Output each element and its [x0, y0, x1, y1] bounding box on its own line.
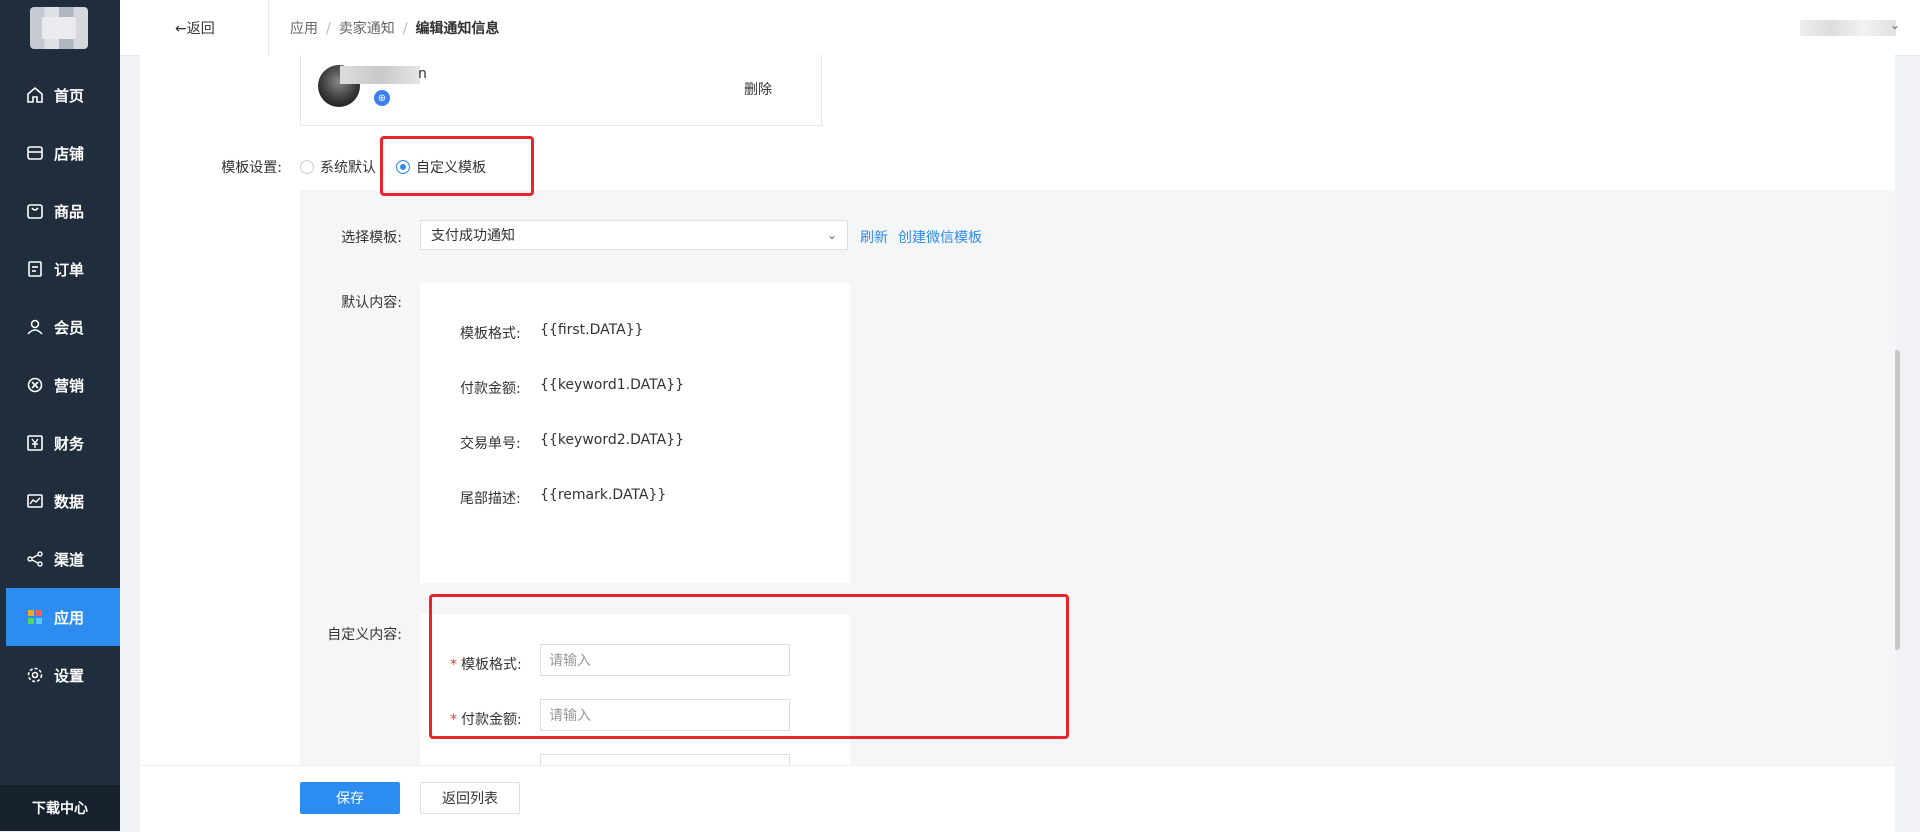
breadcrumb: 应用 / 卖家通知 / 编辑通知信息	[290, 21, 500, 37]
breadcrumb-item-current: 编辑通知信息	[415, 21, 500, 37]
chevron-down-icon: ⌄	[826, 228, 837, 242]
default-row-value: {{first.DATA}}	[540, 322, 644, 338]
breadcrumb-item-apps[interactable]: 应用	[290, 21, 318, 37]
recipient-name: n	[418, 66, 427, 82]
user-icon	[26, 318, 44, 336]
sidebar-item-goods[interactable]: 商品	[6, 182, 120, 240]
default-row-label: 付款金额:	[460, 381, 521, 397]
default-row-value: {{keyword2.DATA}}	[540, 432, 684, 448]
link-badge-icon: ⊕	[374, 90, 390, 106]
sidebar-item-marketing[interactable]: 营销	[6, 356, 120, 414]
radio-unchecked-icon	[300, 160, 314, 174]
default-row-value: {{remark.DATA}}	[540, 487, 667, 503]
template-select-value: 支付成功通知	[431, 228, 515, 244]
apps-icon	[26, 608, 44, 626]
sidebar-item-orders[interactable]: 订单	[6, 240, 120, 298]
delete-recipient-button[interactable]: 删除	[744, 79, 772, 99]
chart-icon	[26, 492, 44, 510]
download-center-button[interactable]: 下载中心	[0, 785, 120, 831]
sidebar-item-members[interactable]: 会员	[6, 298, 120, 356]
logo	[30, 7, 88, 49]
home-icon	[26, 86, 44, 104]
sidebar-item-label: 设置	[54, 666, 85, 685]
back-link[interactable]: ←返回	[175, 18, 215, 38]
template-select[interactable]: 支付成功通知 ⌄	[420, 220, 848, 250]
sidebar-item-label: 订单	[54, 260, 85, 279]
breadcrumb-item-seller-notice[interactable]: 卖家通知	[339, 21, 395, 37]
default-row-label: 交易单号:	[460, 436, 521, 452]
default-row-label: 尾部描述:	[460, 491, 521, 507]
save-button[interactable]: 保存	[300, 782, 400, 814]
sidebar-item-channel[interactable]: 渠道	[6, 530, 120, 588]
template-setting-label: 模板设置:	[221, 160, 282, 176]
radio-label: 系统默认	[320, 160, 376, 176]
yen-icon	[26, 434, 44, 452]
sidebar-item-finance[interactable]: 财务	[6, 414, 120, 472]
user-menu[interactable]	[1800, 20, 1896, 36]
sidebar-item-label: 数据	[54, 492, 85, 511]
sidebar-item-label: 渠道	[54, 550, 85, 569]
gear-icon	[26, 666, 44, 684]
sidebar-item-store[interactable]: 店铺	[6, 124, 120, 182]
sidebar-item-label: 会员	[54, 318, 85, 337]
order-icon	[26, 260, 44, 278]
create-wechat-template-link[interactable]: 创建微信模板	[898, 227, 982, 247]
sidebar-item-label: 首页	[54, 86, 85, 105]
header-divider	[268, 0, 269, 55]
radio-system-default[interactable]: 系统默认	[300, 157, 376, 177]
recipient-name-blurred	[340, 66, 420, 84]
highlight-box	[380, 136, 534, 196]
sidebar-item-label: 商品	[54, 202, 85, 221]
refresh-link[interactable]: 刷新	[860, 227, 888, 247]
sidebar-item-label: 应用	[54, 608, 85, 627]
sidebar-item-label: 营销	[54, 376, 85, 395]
form-footer	[140, 765, 1895, 832]
store-icon	[26, 144, 44, 162]
back-to-list-button[interactable]: 返回列表	[420, 782, 520, 814]
sidebar-item-label: 财务	[54, 434, 85, 453]
default-content-label: 默认内容:	[341, 295, 402, 311]
sidebar-item-data[interactable]: 数据	[6, 472, 120, 530]
share-icon	[26, 550, 44, 568]
chevron-down-icon[interactable]: ⌄	[1890, 18, 1900, 32]
highlight-box	[429, 594, 1069, 739]
bag-icon	[26, 202, 44, 220]
custom-content-label: 自定义内容:	[327, 627, 402, 643]
sidebar-item-settings[interactable]: 设置	[6, 646, 120, 704]
marketing-icon	[26, 376, 44, 394]
select-template-label: 选择模板:	[341, 230, 402, 246]
sidebar-item-home[interactable]: 首页	[6, 66, 120, 124]
sidebar-item-label: 店铺	[54, 144, 85, 163]
sidebar: 首页 店铺 商品 订单 会员 营销 财务 数据 渠道 应用 设置 下载中心	[0, 0, 120, 831]
top-header: ←返回 应用 / 卖家通知 / 编辑通知信息 ⌄	[120, 0, 1920, 56]
default-row-label: 模板格式:	[460, 326, 521, 342]
default-row-value: {{keyword1.DATA}}	[540, 377, 684, 393]
sidebar-item-apps[interactable]: 应用	[6, 588, 120, 646]
